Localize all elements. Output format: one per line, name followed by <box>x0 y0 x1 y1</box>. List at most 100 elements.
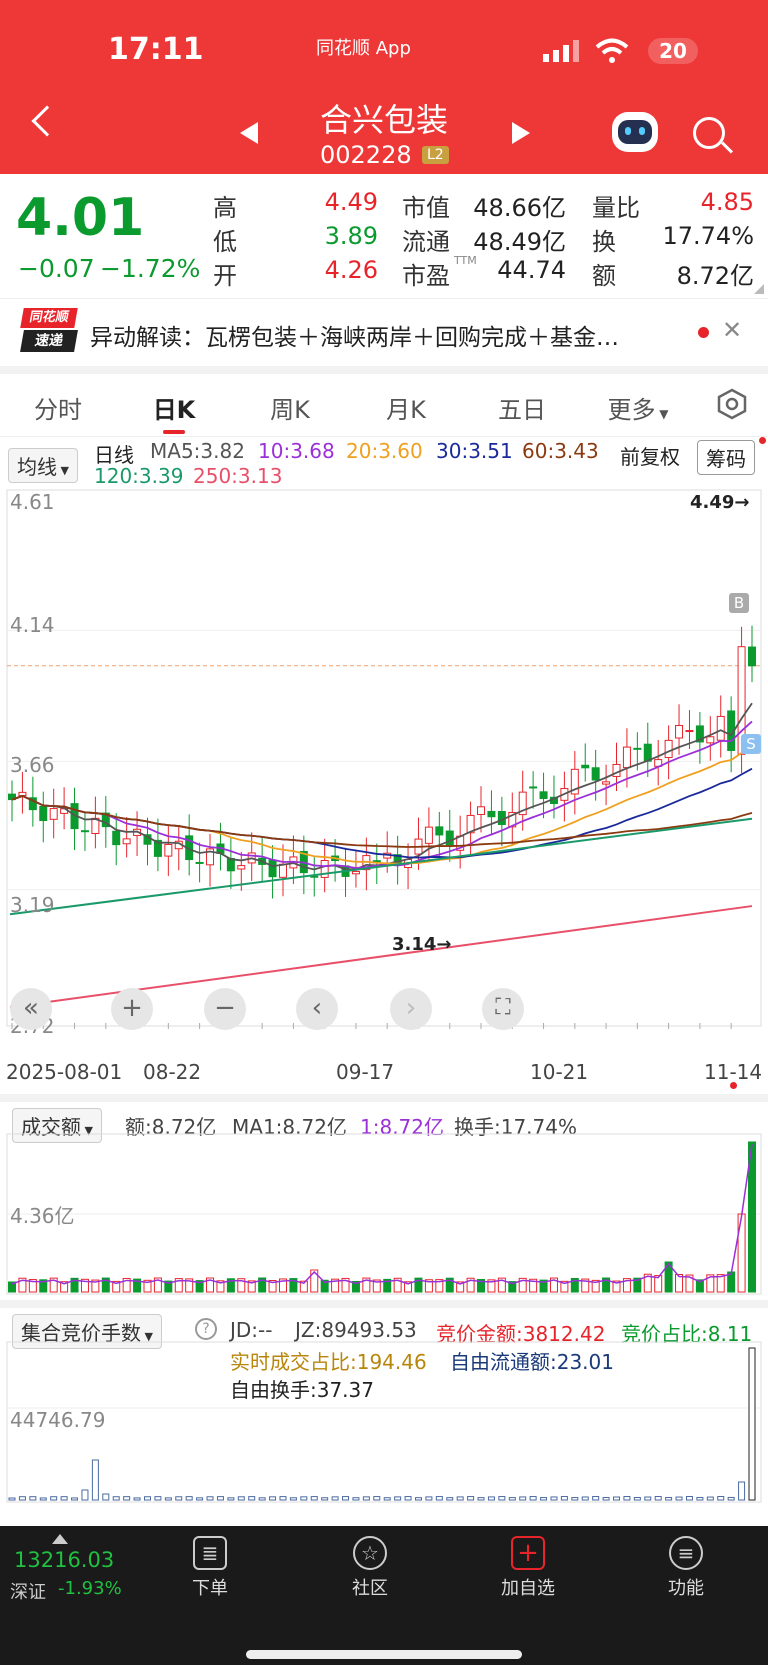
search-icon-handle <box>720 141 734 154</box>
auction-bar <box>133 1497 141 1501</box>
settings-hexagon-icon[interactable] <box>716 388 748 420</box>
close-icon[interactable]: ✕ <box>722 316 742 344</box>
help-icon[interactable]: ? <box>195 1318 217 1340</box>
volume-bar <box>310 1269 319 1293</box>
adjust-mode-button[interactable]: 前复权 <box>620 441 680 470</box>
nav-functions[interactable]: ≡ 功能 <box>626 1536 746 1600</box>
candle-body <box>633 747 642 750</box>
expand-corner-icon[interactable] <box>754 284 764 294</box>
low-label: 低 <box>213 228 237 256</box>
zoom-out-icon[interactable]: − <box>204 988 246 1030</box>
stock-name: 合兴包装 <box>319 101 448 139</box>
menu-icon: ≡ <box>669 1536 703 1570</box>
auction-bar <box>706 1496 714 1501</box>
x-axis-date: 2025-08-01 <box>6 1060 123 1084</box>
collapse-left-icon[interactable]: « <box>10 988 52 1030</box>
back-icon[interactable] <box>31 105 63 137</box>
volume-chart[interactable] <box>0 1132 768 1297</box>
kline-chart[interactable] <box>0 488 768 1048</box>
y-axis-label: 3.19 <box>10 893 55 917</box>
scroll-left-icon[interactable]: ‹ <box>296 988 338 1030</box>
candle-body <box>278 863 287 878</box>
wifi-icon <box>595 38 629 63</box>
auction-bar <box>685 1496 693 1501</box>
divider <box>0 298 768 299</box>
x-axis-date: 08-22 <box>143 1060 202 1084</box>
auction-bar <box>613 1496 621 1501</box>
auction-bar <box>717 1496 725 1501</box>
tab-more[interactable]: 更多 ▼ <box>588 390 688 425</box>
auction-bar <box>404 1496 412 1501</box>
signal-icon <box>543 40 583 62</box>
auction-bar <box>571 1497 579 1501</box>
next-stock-icon[interactable] <box>512 122 530 144</box>
pe-value: 44.74 <box>497 256 566 284</box>
candle-body <box>237 865 246 870</box>
ma-selector[interactable]: 均线 ▼ <box>8 448 78 483</box>
tab-weekly-k[interactable]: 周K <box>240 390 340 425</box>
prev-stock-icon[interactable] <box>240 122 258 144</box>
auction-bar <box>342 1496 350 1501</box>
sell-signal-badge[interactable]: S <box>741 734 761 754</box>
ma250-value: 250:3.13 <box>193 464 283 488</box>
nav-community[interactable]: ☆ 社区 <box>310 1536 430 1600</box>
search-icon[interactable] <box>693 117 725 149</box>
scroll-right-icon[interactable]: › <box>390 988 432 1030</box>
auction-bar <box>248 1496 256 1501</box>
tab-intraday[interactable]: 分时 <box>8 390 108 425</box>
nav-add-watchlist[interactable]: + 加自选 <box>468 1536 588 1600</box>
chips-button[interactable]: 筹码 <box>697 440 755 475</box>
nav-order[interactable]: ≣ 下单 <box>150 1536 270 1600</box>
candle-body <box>424 826 433 844</box>
zoom-in-icon[interactable]: + <box>111 988 153 1030</box>
tab-daily-k[interactable]: 日K <box>124 390 224 425</box>
tab-monthly-k[interactable]: 月K <box>356 390 456 425</box>
auction-bar <box>71 1497 79 1501</box>
open-label: 开 <box>213 262 237 290</box>
tab-more-label: 更多 <box>607 396 656 424</box>
pe-ttm-sup: TTM <box>454 254 477 267</box>
buy-signal-badge[interactable]: B <box>729 593 749 613</box>
auction-bar <box>50 1496 58 1501</box>
candle-body <box>435 826 444 836</box>
float-label: 流通 <box>402 228 450 256</box>
auction-chart[interactable] <box>0 1340 768 1506</box>
auction-bar <box>39 1497 47 1501</box>
x-axis-date: 11-14 <box>704 1060 763 1084</box>
candle-body <box>351 870 360 875</box>
candle-body <box>195 861 204 864</box>
candle-body <box>664 739 673 759</box>
community-icon: ☆ <box>353 1536 387 1570</box>
ma30-value: 30:3.51 <box>436 439 513 463</box>
level-badge: L2 <box>422 146 449 164</box>
auction-y-label: 44746.79 <box>10 1408 106 1432</box>
news-brand-top: 同花顺 <box>20 308 78 328</box>
news-headline[interactable]: 异动解读：瓦楞包装＋海峡两岸＋回购完成＋基金… <box>90 318 670 352</box>
auction-bar <box>352 1497 360 1501</box>
index-up-arrow-icon <box>52 1534 68 1544</box>
fullscreen-icon[interactable]: ⛶ <box>482 988 524 1030</box>
auction-bar <box>362 1496 370 1501</box>
auction-bar <box>269 1496 277 1501</box>
notification-dot <box>759 437 766 444</box>
auction-bar <box>748 1347 756 1501</box>
x-axis-date: 10-21 <box>530 1060 589 1084</box>
auction-bar <box>394 1496 402 1501</box>
robot-assistant-icon[interactable] <box>612 112 658 152</box>
auction-bar <box>91 1459 99 1501</box>
auction-bar <box>237 1496 245 1501</box>
auction-bar <box>550 1496 558 1501</box>
mcap-value: 48.66亿 <box>473 194 566 222</box>
auction-bar <box>196 1497 204 1501</box>
tab-five-day[interactable]: 五日 <box>472 390 572 425</box>
index-value[interactable]: 13216.03 <box>14 1548 114 1572</box>
auction-bar <box>310 1496 318 1501</box>
ma10-value: 10:3.68 <box>258 439 335 463</box>
nav-functions-label: 功能 <box>668 1578 704 1599</box>
auction-bar <box>29 1496 37 1501</box>
ma-selector-label: 均线 <box>17 455 57 479</box>
auction-bar <box>143 1496 151 1501</box>
auction-bar <box>456 1496 464 1501</box>
last-price: 4.01 <box>16 188 145 248</box>
auction-bar <box>519 1496 527 1501</box>
